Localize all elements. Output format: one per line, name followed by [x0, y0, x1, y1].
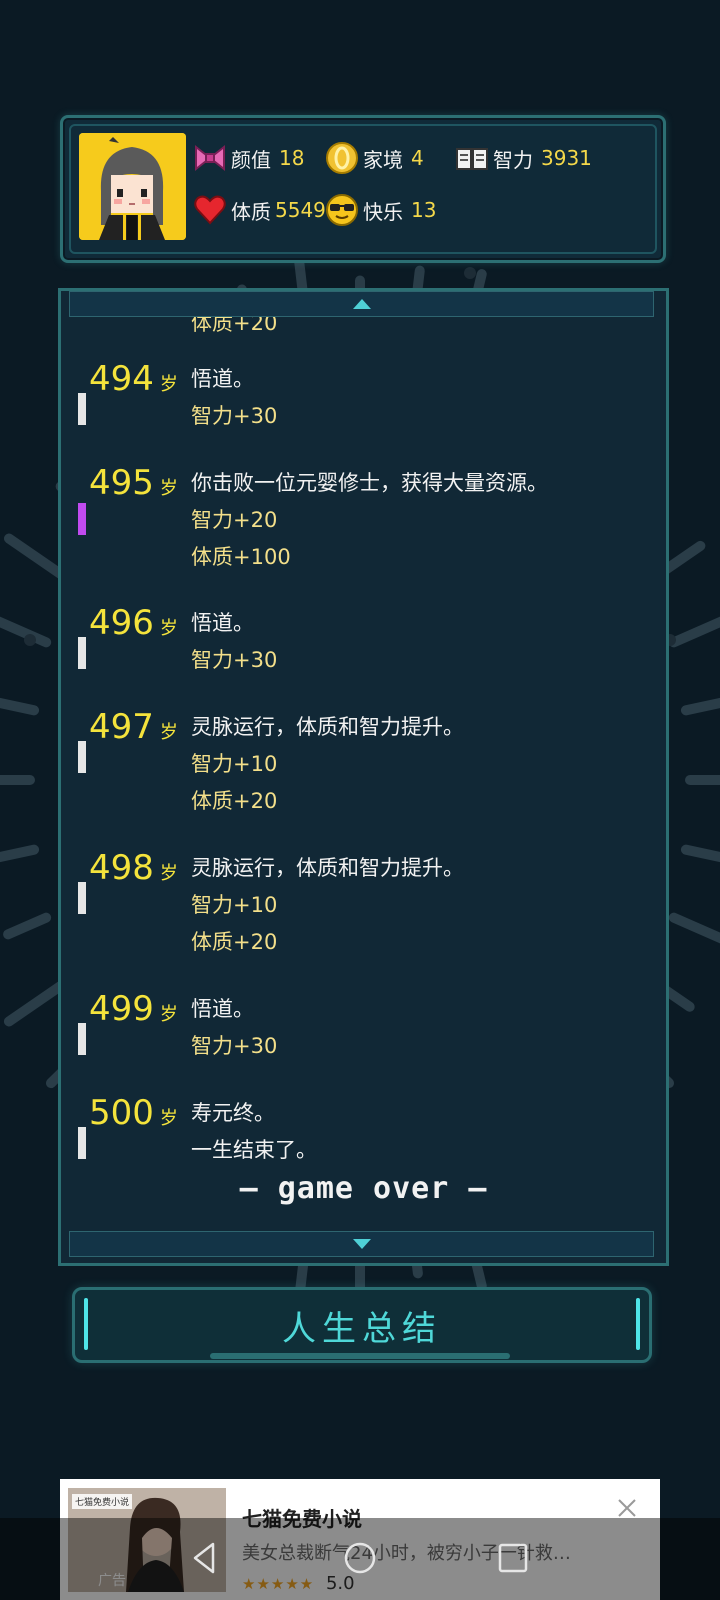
entry-event: 灵脉运行，体质和智力提升。 [191, 715, 464, 739]
coin-icon [326, 142, 358, 174]
close-icon[interactable] [616, 1497, 638, 1519]
entry-event: 寿元终。 [191, 1101, 275, 1125]
entry-age: 497 岁 [89, 707, 178, 753]
entry-marker [78, 741, 86, 773]
stat-value: 3931 [541, 146, 592, 170]
book-icon [456, 148, 488, 170]
entry-event: 悟道。 [191, 367, 254, 391]
entry-age-value: 497 [89, 707, 154, 747]
stat-label: 体质 [231, 199, 271, 224]
system-nav-bar [0, 1518, 720, 1600]
stat-value: 5549 [275, 198, 326, 222]
stat-appearance: 颜值 18 [193, 138, 304, 178]
game-over-text: — game over — [239, 1171, 488, 1206]
background-ray [680, 844, 720, 863]
entry-age: 494 岁 [89, 359, 178, 405]
stat-label: 智力 [493, 147, 533, 172]
arrow-up-icon [352, 299, 371, 309]
entry-age-value: 494 [89, 359, 154, 399]
entry-age-unit: 岁 [159, 374, 178, 395]
entry-change: 体质+20 [191, 789, 278, 813]
stat-happiness: 快乐 13 [325, 190, 436, 230]
entry-age-unit: 岁 [159, 722, 178, 743]
background-ray [3, 912, 52, 940]
back-icon[interactable] [185, 1538, 225, 1578]
entry-change: 智力+10 [191, 752, 278, 776]
entry-event: 你击败一位元婴修士，获得大量资源。 [191, 471, 548, 495]
stat-intelligence: 智力 3931 [455, 138, 592, 178]
sunglasses-face-icon [326, 194, 358, 226]
entry-age: 500 岁 [89, 1093, 178, 1139]
entry-change: 智力+10 [191, 893, 278, 917]
entry-change: 体质+20 [191, 930, 278, 954]
entry-age: 499 岁 [89, 989, 178, 1035]
entry-age: 498 岁 [89, 848, 178, 894]
entry-age-unit: 岁 [159, 863, 178, 884]
stat-physique: 体质 5549 [193, 190, 326, 230]
entry-change: 智力+30 [191, 648, 278, 672]
entry-marker [78, 637, 86, 669]
entry-age-value: 495 [89, 463, 154, 503]
ad-brand-small: 七猫免费小说 [72, 1494, 133, 1509]
recents-icon[interactable] [493, 1538, 533, 1578]
bow-icon [195, 144, 225, 172]
life-log-panel[interactable]: 体质+20 494 岁悟道。 智力+30 495 岁你击败一位元婴修士，获得大量资源。智… [58, 288, 669, 1266]
entry-event: 悟道。 [191, 611, 254, 635]
button-underline-decoration [210, 1353, 510, 1359]
entry-change: 体质+100 [191, 545, 291, 569]
background-ray [0, 697, 40, 716]
entry-age: 496 岁 [89, 603, 178, 649]
entry-age-value: 498 [89, 848, 154, 888]
entry-age-unit: 岁 [159, 618, 178, 639]
entry-event: 灵脉运行，体质和智力提升。 [191, 856, 464, 880]
entry-marker [78, 503, 86, 535]
entry-marker [78, 393, 86, 425]
entry-age: 495 岁 [89, 463, 178, 509]
entry-age-unit: 岁 [159, 1108, 178, 1129]
entry-marker [78, 1127, 86, 1159]
entry-change: 智力+30 [191, 404, 278, 428]
entry-marker [78, 882, 86, 914]
background-ray [680, 697, 720, 716]
stat-value: 18 [279, 146, 305, 170]
entry-marker [78, 1023, 86, 1055]
background-ray [0, 844, 40, 863]
scroll-down-button[interactable] [69, 1231, 654, 1257]
entry-event: 悟道。 [191, 997, 254, 1021]
stat-value: 4 [411, 146, 424, 170]
entry-age-unit: 岁 [159, 1004, 178, 1025]
entry-age-value: 496 [89, 603, 154, 643]
entry-change: 智力+30 [191, 1034, 278, 1058]
life-summary-button[interactable]: 人生总结 [72, 1287, 652, 1363]
life-summary-label: 人生总结 [282, 1308, 442, 1349]
stat-label: 快乐 [363, 199, 403, 224]
entry-age-unit: 岁 [159, 478, 178, 499]
background-ray [668, 912, 720, 944]
stat-family: 家境 4 [325, 138, 424, 178]
avatar [79, 133, 186, 240]
background-ray [668, 616, 720, 648]
entry-age-value: 500 [89, 1093, 154, 1133]
scroll-up-button[interactable] [69, 291, 654, 317]
stat-value: 13 [411, 198, 437, 222]
background-ray [0, 616, 52, 648]
entry-change: 一生结束了。 [191, 1138, 317, 1162]
heart-icon [194, 195, 226, 225]
stats-panel: 颜值 18 家境 4 智力 3931 体质 5549 快乐 13 [60, 115, 666, 263]
arrow-down-icon [352, 1239, 371, 1249]
stat-label: 家境 [363, 147, 403, 172]
home-icon[interactable] [340, 1538, 380, 1578]
stat-label: 颜值 [231, 147, 271, 172]
entry-change: 智力+20 [191, 508, 278, 532]
entry-age-value: 499 [89, 989, 154, 1029]
